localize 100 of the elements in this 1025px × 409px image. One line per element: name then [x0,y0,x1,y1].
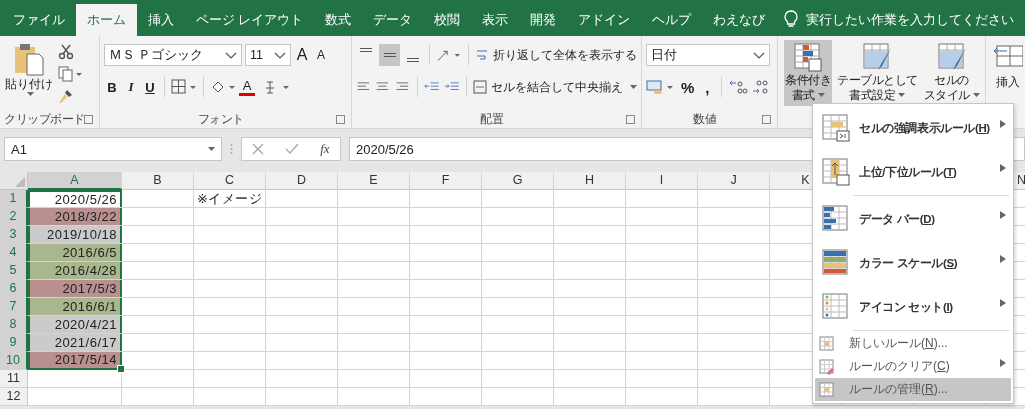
highlight-rules-icon [821,113,851,143]
menu-item[interactable]: アイコン セット(I) [815,285,1011,329]
lightbulb-icon [784,10,799,28]
comma-button[interactable]: , [699,77,716,97]
font-color-button[interactable]: A [239,78,255,96]
bold-button[interactable]: B [104,77,120,97]
styles-button[interactable]: 条件付き 書式 [784,40,832,106]
row-header[interactable]: 6 [0,280,28,298]
paste-button[interactable]: 貼り付け [4,42,54,111]
row-header[interactable]: 2 [0,208,28,226]
table-cell: ※イメージ [194,190,266,207]
column-header[interactable]: A [28,172,122,190]
menu-item[interactable]: カラー スケール(S) [815,241,1011,285]
chevron-down-icon [225,51,237,59]
group-label: フォント [197,110,244,128]
font-size-dropdown[interactable]: 11 [245,44,291,66]
align-lines-icon [360,48,373,52]
clipboard-icon [13,42,45,76]
triangle-icon [15,177,25,187]
ribbon-tab[interactable]: 数式 [314,4,363,36]
row-header[interactable]: 8 [0,316,28,334]
fill-handle[interactable] [117,365,125,373]
ribbon-tab[interactable]: わえなび [702,4,777,36]
borders-icon[interactable] [171,79,197,95]
merge-cells-icon [473,79,487,95]
row-header[interactable]: 11 [0,370,28,388]
dialog-launcher-icon[interactable] [336,115,345,125]
font-name-dropdown[interactable]: ＭＳ Ｐゴシック [104,44,242,66]
copy-icon[interactable] [58,66,82,82]
percent-button[interactable]: % [679,77,697,97]
group-label: 配置 [480,110,503,128]
fill-color-icon[interactable] [210,79,236,95]
ribbon-tab[interactable]: データ [362,4,424,36]
submenu-arrow-icon [1000,255,1006,263]
column-header[interactable]: C [194,172,266,190]
currency-icon[interactable] [646,79,676,95]
dialog-launcher-icon[interactable] [626,115,635,125]
table-cell: 2018/3/22 [28,208,122,225]
caret-icon [898,93,906,97]
menu-item-label: セルの強調表示ルール(H) [859,120,990,136]
table-cell: 2019/10/18 [28,226,122,243]
italic-button[interactable]: I [123,77,139,97]
column-header[interactable]: J [698,172,770,190]
table-cell: 2020/4/21 [28,316,122,333]
cancel-icon[interactable] [252,143,265,155]
caret-icon [208,147,215,151]
row-header[interactable]: 7 [0,298,28,316]
row-header[interactable]: 9 [0,334,28,352]
tell-me-field[interactable]: 実行したい作業を入力してください [806,4,1015,36]
grip-icon[interactable] [230,143,233,155]
row-header[interactable]: 12 [0,388,28,406]
column-header[interactable]: I [626,172,698,190]
submenu-arrow-icon [1000,299,1006,307]
column-header[interactable]: B [122,172,194,190]
ribbon-tab[interactable]: ヘルプ [641,4,703,36]
ribbon-tab[interactable]: ファイル [2,4,76,36]
ribbon-tab[interactable]: ページ レイアウト [185,4,315,36]
row-header[interactable]: 10 [0,352,28,370]
insert-function-button[interactable]: fx [320,141,330,157]
grow-font-button[interactable]: A [294,45,310,65]
dialog-launcher-icon[interactable] [762,115,771,125]
menu-item[interactable]: 新しいルール(N)... [815,332,1011,355]
name-box[interactable]: A1 [4,137,222,161]
scissors-icon[interactable] [58,44,74,60]
ribbon-tab[interactable]: アドイン [567,4,642,36]
row-header[interactable]: 4 [0,244,28,262]
submenu-arrow-icon [1000,164,1006,172]
ribbon-tab[interactable]: ホーム [76,4,137,36]
column-header[interactable]: H [554,172,626,190]
column-header[interactable]: F [410,172,482,190]
column-header[interactable]: G [482,172,554,190]
ribbon-tab[interactable]: 表示 [471,4,520,36]
increase-decimal-icon[interactable] [728,79,749,95]
icon-set-icon [821,292,851,322]
format-painter-icon[interactable] [58,88,74,104]
phonetic-icon[interactable] [264,79,290,95]
table-brush-icon [935,42,968,72]
row-header[interactable]: 3 [0,226,28,244]
menu-item[interactable]: データ バー(D) [815,197,1011,241]
ribbon-tab[interactable]: 挿入 [137,4,185,36]
vertical-align-button[interactable] [379,44,400,66]
shrink-font-button[interactable]: A [313,45,329,65]
column-header[interactable]: D [266,172,338,190]
table-cell: 2017/5/14 [28,352,122,370]
menu-item[interactable]: ルールのクリア(C) [815,355,1011,378]
number-format-dropdown[interactable]: 日付 [646,44,770,66]
caret-icon [27,92,34,96]
merge-center-button[interactable]: セルを結合して中央揃え [473,78,637,96]
column-header[interactable]: E [338,172,410,190]
ribbon-tab[interactable]: 校閲 [423,4,472,36]
underline-button[interactable]: U [142,77,158,97]
checkmark-icon[interactable] [285,143,300,155]
table-cell: 2020/5/26 [28,190,122,207]
menu-item[interactable]: ルールの管理(R)... [815,378,1011,401]
ribbon-tab[interactable]: 開発 [519,4,568,36]
row-header[interactable]: 5 [0,262,28,280]
dialog-launcher-icon[interactable] [84,115,93,125]
row-header[interactable]: 1 [0,190,28,208]
wrap-text-button[interactable]: 折り返して全体を表示する [474,46,637,64]
eraser-grid-icon [819,358,835,375]
